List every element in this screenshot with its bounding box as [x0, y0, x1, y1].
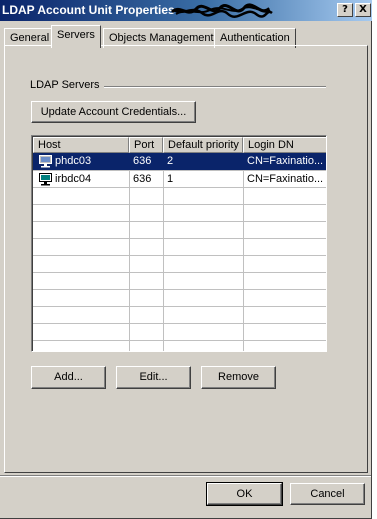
dialog-separator: [0, 475, 371, 477]
tab-servers[interactable]: Servers: [51, 25, 101, 48]
cancel-button[interactable]: Cancel: [290, 483, 365, 505]
host-cell: irbdc04: [55, 173, 92, 185]
redaction-scribble: [170, 3, 273, 18]
title-bar[interactable]: LDAP Account Unit Properties - ? X: [0, 0, 372, 21]
server-row[interactable]: irbdc04 636 1 CN=Faxinatio...: [33, 171, 326, 188]
ldap-servers-list[interactable]: Host Port Default priority Login DN phdc…: [31, 135, 327, 352]
priority-cell: 1: [167, 173, 174, 185]
server-host-icon: [39, 173, 52, 186]
column-host[interactable]: Host: [33, 137, 129, 153]
host-cell: phdc03: [55, 155, 92, 167]
properties-dialog: LDAP Account Unit Properties - ? X Gener…: [0, 0, 372, 519]
server-row[interactable]: phdc03 636 2 CN=Faxinatio...: [33, 153, 326, 170]
add-button[interactable]: Add...: [31, 366, 106, 389]
window-title: LDAP Account Unit Properties -: [2, 3, 183, 17]
group-divider: [104, 86, 326, 88]
login-dn-cell: CN=Faxinatio...: [247, 173, 324, 185]
grid-line: [33, 238, 326, 239]
list-header: Host Port Default priority Login DN: [33, 137, 326, 153]
port-cell: 636: [133, 173, 152, 185]
server-host-icon: [39, 155, 52, 168]
column-login-dn[interactable]: Login DN: [243, 137, 326, 153]
edit-button[interactable]: Edit...: [116, 366, 191, 389]
priority-cell: 2: [167, 155, 174, 167]
port-cell: 636: [133, 155, 152, 167]
ok-button[interactable]: OK: [206, 482, 283, 506]
grid-line: [33, 323, 326, 324]
grid-line: [33, 255, 326, 256]
help-button[interactable]: ?: [337, 3, 353, 17]
remove-button[interactable]: Remove: [201, 366, 276, 389]
grid-line: [33, 221, 326, 222]
grid-line: [33, 340, 326, 341]
grid-line: [33, 272, 326, 273]
close-button[interactable]: X: [355, 3, 371, 17]
grid-line: [33, 289, 326, 290]
grid-line: [33, 204, 326, 205]
ldap-servers-label: LDAP Servers: [30, 79, 104, 91]
grid-line: [33, 306, 326, 307]
login-dn-cell: CN=Faxinatio...: [247, 155, 324, 167]
update-account-credentials-button[interactable]: Update Account Credentials...: [31, 101, 196, 123]
column-default-priority[interactable]: Default priority: [163, 137, 243, 153]
column-port[interactable]: Port: [129, 137, 163, 153]
